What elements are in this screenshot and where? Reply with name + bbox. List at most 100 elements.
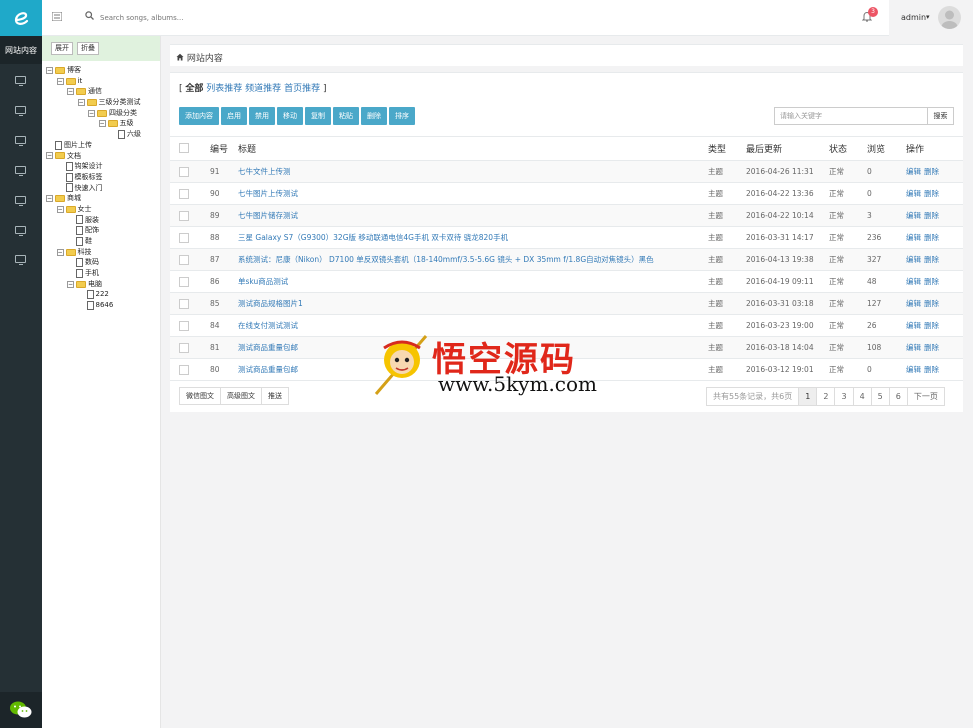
tree-expander-icon[interactable]: − xyxy=(56,205,64,213)
cell-title[interactable]: 三星 Galaxy S7（G9300）32G版 移动联通电信4G手机 双卡双待 … xyxy=(238,226,708,249)
tree-expander-icon[interactable]: − xyxy=(98,120,106,128)
page-2[interactable]: 2 xyxy=(816,387,836,406)
cell-title-text[interactable]: 七牛图片储存测试 xyxy=(238,211,298,220)
tree-expander-icon[interactable]: − xyxy=(88,109,95,117)
tree-node-label[interactable]: 鞋 xyxy=(85,236,92,247)
enable-button[interactable]: 启用 xyxy=(221,107,247,125)
edit-link[interactable]: 编辑 xyxy=(906,299,921,308)
delete-link[interactable]: 删除 xyxy=(924,189,939,198)
filter-list-recommend[interactable]: 列表推荐 xyxy=(206,84,242,94)
tree-node-label[interactable]: 商城 xyxy=(67,193,81,204)
tree-node-label[interactable]: 钩架设计 xyxy=(75,161,103,172)
cell-title[interactable]: 七牛图片上传测试 xyxy=(238,182,708,205)
tree-node[interactable]: 8646 xyxy=(46,300,160,311)
col-type[interactable]: 类型 xyxy=(708,136,746,161)
push-button[interactable]: 推送 xyxy=(261,387,289,405)
tree-expander-icon[interactable]: − xyxy=(46,152,53,160)
tree-node-label[interactable]: 服装 xyxy=(85,215,99,226)
tree-expander-icon[interactable]: − xyxy=(56,77,64,85)
user-menu[interactable]: admin ▾ xyxy=(889,0,973,36)
menu-toggle-icon[interactable] xyxy=(51,11,64,24)
e-logo-icon[interactable] xyxy=(0,0,42,36)
tree-node[interactable]: − 电脑 xyxy=(46,279,160,290)
monitor-icon[interactable] xyxy=(15,136,26,146)
cell-title-text[interactable]: 七牛图片上传测试 xyxy=(238,189,298,198)
cell-title[interactable]: 系统测试：尼康（Nikon） D7100 单反双镜头套机（18-140mmf/3… xyxy=(238,248,708,271)
monitor-icon[interactable] xyxy=(15,106,26,116)
col-status[interactable]: 状态 xyxy=(829,136,867,161)
table-row[interactable]: 89 七牛图片储存测试 主题 2016-04-22 10:14 正常 3 编辑 删除 xyxy=(170,204,963,227)
tree-expander-icon[interactable]: − xyxy=(46,195,53,203)
page-4[interactable]: 4 xyxy=(852,387,872,406)
cell-title-text[interactable]: 系统测试：尼康（Nikon） D7100 单反双镜头套机（18-140mmf/3… xyxy=(238,255,654,264)
copy-button[interactable]: 复制 xyxy=(305,107,331,125)
paste-button[interactable]: 粘贴 xyxy=(333,107,359,125)
delete-link[interactable]: 删除 xyxy=(924,299,939,308)
row-checkbox[interactable] xyxy=(179,188,189,199)
tree-expander-icon[interactable]: − xyxy=(67,280,74,288)
add-content-button[interactable]: 添加内容 xyxy=(179,107,219,125)
row-checkbox[interactable] xyxy=(179,232,189,243)
tree-node-label[interactable]: 六级 xyxy=(127,129,141,140)
tree-node[interactable]: − 博客 xyxy=(46,65,160,76)
row-checkbox[interactable] xyxy=(179,276,189,287)
edit-link[interactable]: 编辑 xyxy=(906,365,921,374)
delete-link[interactable]: 删除 xyxy=(924,211,939,220)
tree-node[interactable]: 快速入门 xyxy=(46,183,160,194)
cell-title-text[interactable]: 测试商品重量包邮 xyxy=(238,343,298,352)
tree-node-label[interactable]: 电脑 xyxy=(88,279,102,290)
tree-expander-icon[interactable]: − xyxy=(77,98,85,106)
tree-node[interactable]: 钩架设计 xyxy=(46,161,160,172)
tree-node-label[interactable]: 博客 xyxy=(67,65,81,76)
wechat-article-button[interactable]: 微信图文 xyxy=(179,387,221,405)
tree-node-label[interactable]: 图片上传 xyxy=(64,140,92,151)
filter-channel-recommend[interactable]: 频道推荐 xyxy=(245,84,281,94)
username[interactable]: admin xyxy=(901,13,926,22)
keyword-input[interactable]: 请输入关键字 xyxy=(774,107,928,125)
monitor-icon[interactable] xyxy=(15,166,26,176)
edit-link[interactable]: 编辑 xyxy=(906,189,921,198)
tree-node-label[interactable]: 快速入门 xyxy=(75,183,103,194)
page-6[interactable]: 6 xyxy=(888,387,908,406)
filter-home-recommend[interactable]: 首页推荐 xyxy=(284,84,320,94)
col-updated[interactable]: 最后更新 xyxy=(746,136,829,161)
table-row[interactable]: 88 三星 Galaxy S7（G9300）32G版 移动联通电信4G手机 双卡双… xyxy=(170,226,963,249)
tree-node[interactable]: 六级 xyxy=(46,129,160,140)
col-views[interactable]: 浏览 xyxy=(867,136,906,161)
page-5[interactable]: 5 xyxy=(870,387,890,406)
tree-expander-icon[interactable]: − xyxy=(67,88,74,96)
monitor-icon[interactable] xyxy=(15,76,26,86)
tree-node-label[interactable]: 手机 xyxy=(85,268,99,279)
sort-button[interactable]: 排序 xyxy=(389,107,415,125)
cell-title[interactable]: 单sku商品测试 xyxy=(238,270,708,293)
global-search-input[interactable] xyxy=(100,10,300,26)
nav-item-site-content[interactable]: 网站内容 xyxy=(0,36,42,64)
delete-link[interactable]: 删除 xyxy=(924,233,939,242)
cell-title-text[interactable]: 测试商品重量包邮 xyxy=(238,365,298,374)
avatar[interactable] xyxy=(938,6,961,29)
tree-node-label[interactable]: 三级分类测试 xyxy=(99,97,141,108)
tree-node-label[interactable]: 8646 xyxy=(96,300,114,311)
delete-link[interactable]: 删除 xyxy=(924,277,939,286)
tree-node[interactable]: 数码 xyxy=(46,257,160,268)
col-title[interactable]: 标题 xyxy=(238,136,708,161)
row-checkbox[interactable] xyxy=(179,254,189,265)
delete-link[interactable]: 删除 xyxy=(924,343,939,352)
tree-node[interactable]: − 商城 xyxy=(46,193,160,204)
collapse-all-button[interactable]: 折叠 xyxy=(77,42,99,55)
tree-node[interactable]: − 通信 xyxy=(46,86,160,97)
tree-node-label[interactable]: 模板标签 xyxy=(75,172,103,183)
delete-link[interactable]: 删除 xyxy=(924,255,939,264)
tree-node[interactable]: − it xyxy=(46,76,160,87)
delete-link[interactable]: 删除 xyxy=(924,167,939,176)
search-button[interactable]: 搜索 xyxy=(927,107,954,125)
row-checkbox[interactable] xyxy=(179,298,189,309)
tree-node[interactable]: − 四级分类 xyxy=(46,108,160,119)
tree-node-label[interactable]: 通信 xyxy=(88,86,102,97)
tree-node[interactable]: − 三级分类测试 xyxy=(46,97,160,108)
row-checkbox[interactable] xyxy=(179,342,189,353)
caret-down-icon[interactable]: ▾ xyxy=(926,13,930,21)
cell-title[interactable]: 测试商品规格图片1 xyxy=(238,292,708,315)
tree-node[interactable]: 服装 xyxy=(46,215,160,226)
monitor-icon[interactable] xyxy=(15,196,26,206)
